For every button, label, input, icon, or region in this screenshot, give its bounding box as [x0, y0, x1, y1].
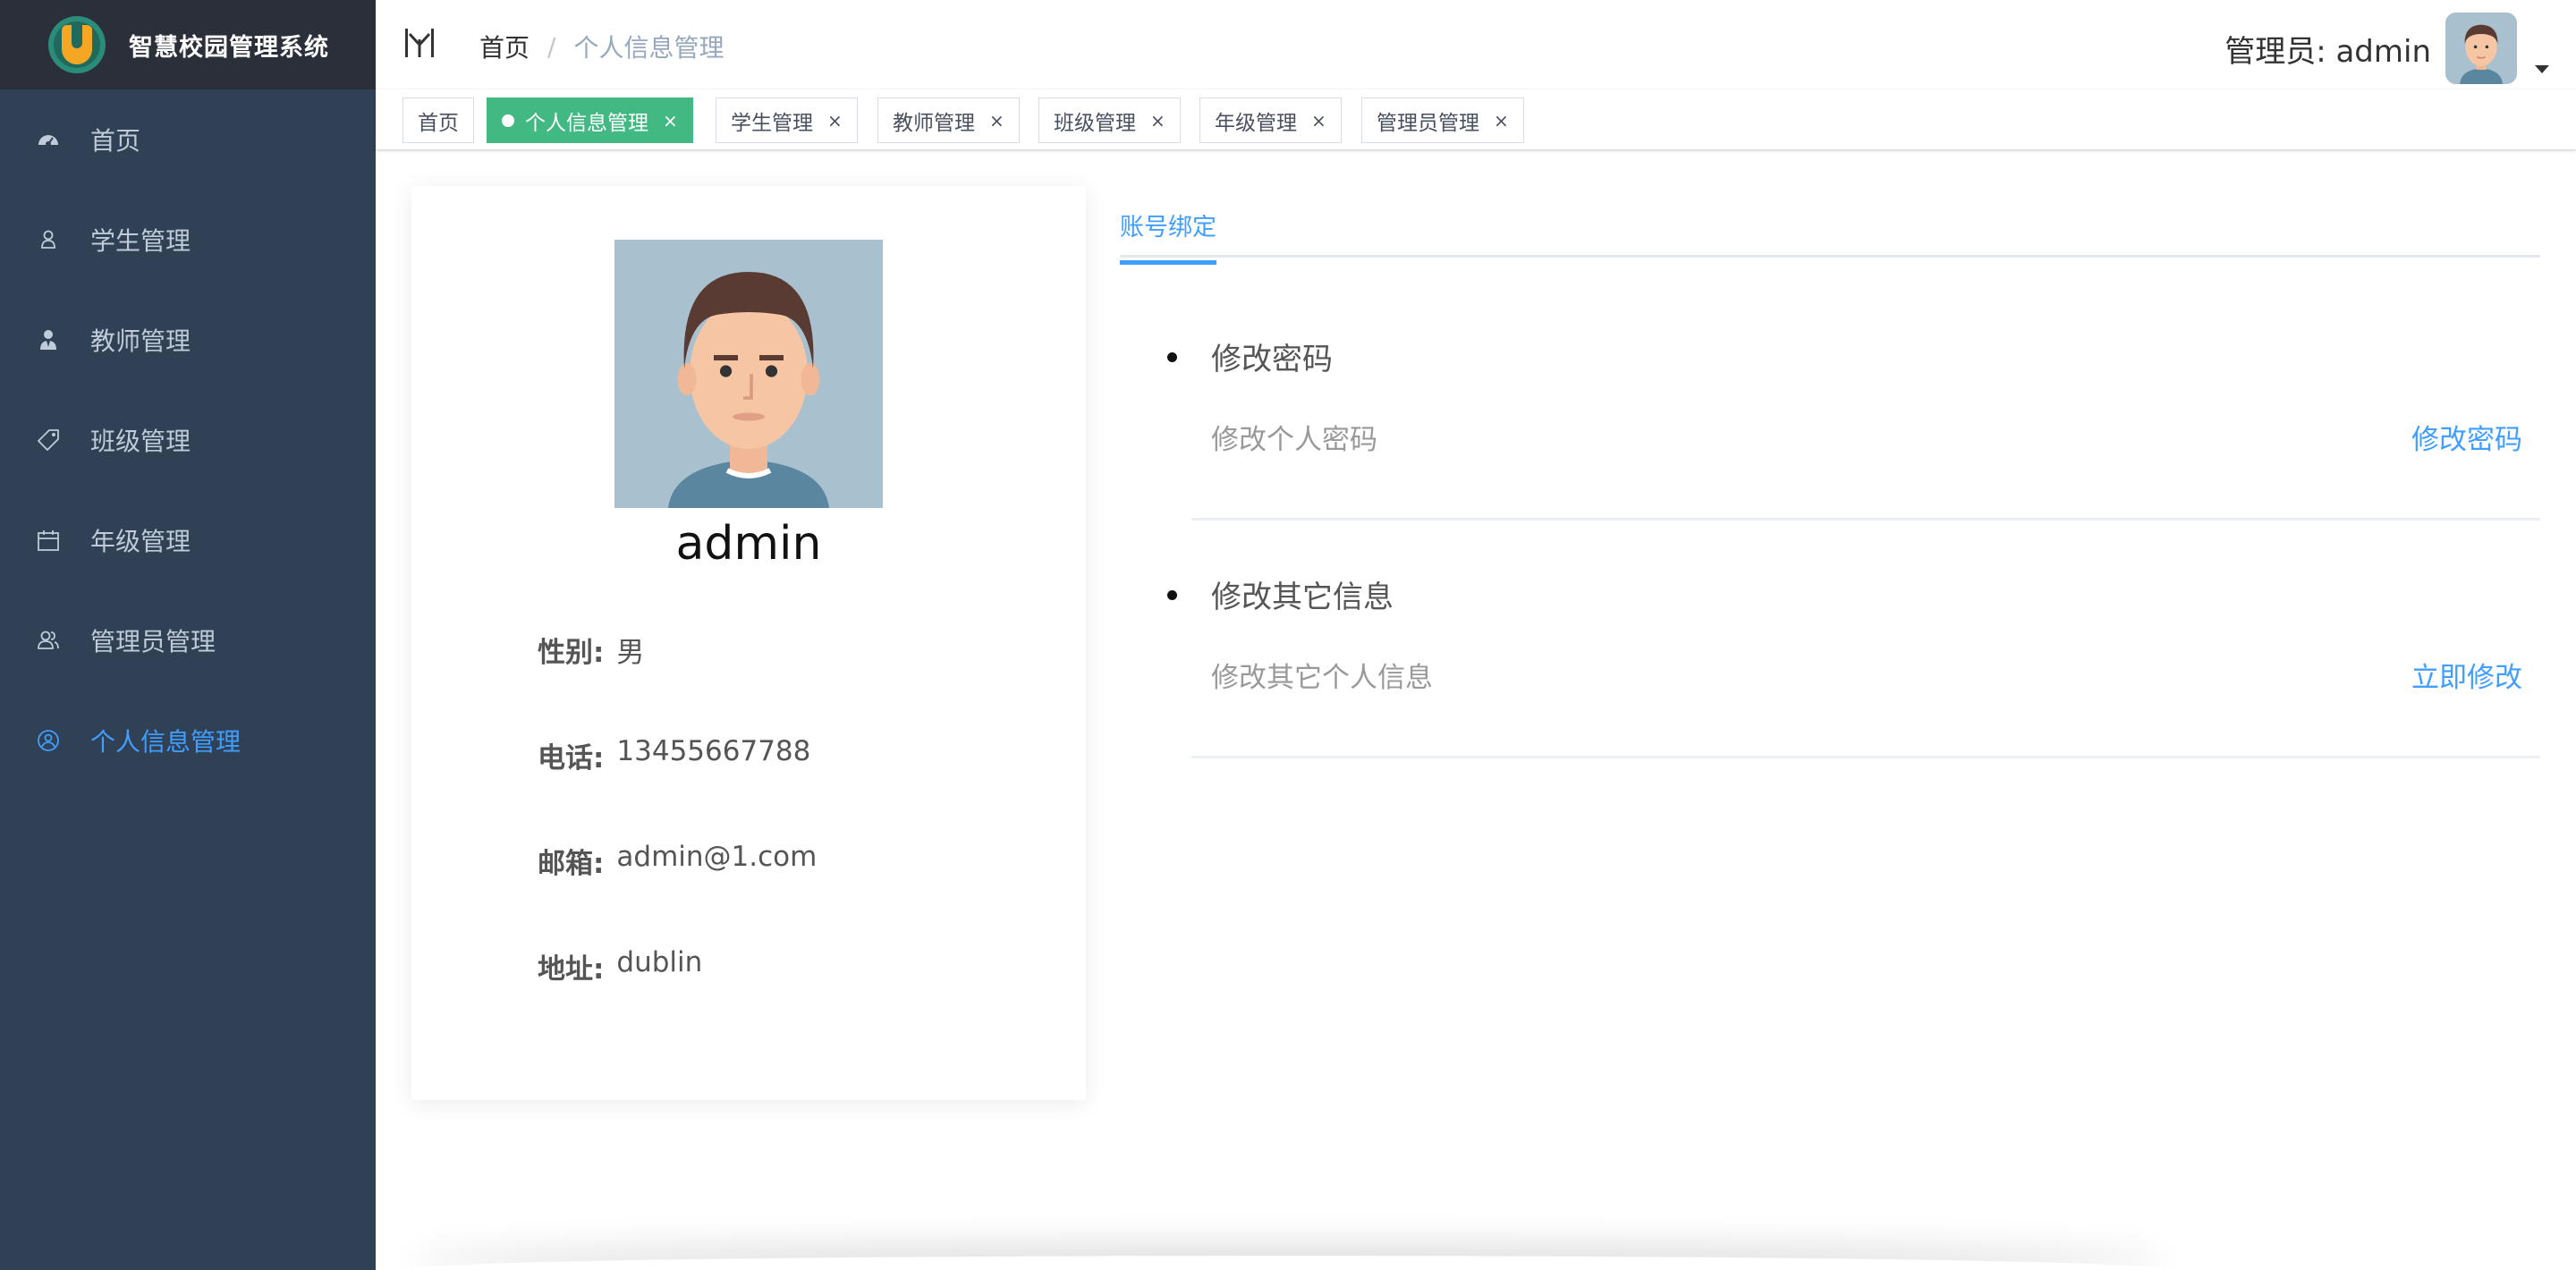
profile-avatar [614, 240, 883, 508]
sidebar-item-label: 首页 [90, 126, 141, 156]
sidebar-item-label: 学生管理 [90, 226, 191, 256]
sidebar-item-label: 管理员管理 [90, 627, 216, 656]
sidebar-item-label: 教师管理 [90, 326, 191, 356]
info-row-email: 邮箱: admin@1.com [538, 841, 817, 881]
tag-label: 班级管理 [1054, 111, 1136, 135]
list-item-change-info: 修改其它信息 修改其它个人信息 立即修改 [1167, 563, 2540, 758]
list-item-title: 修改其它信息 [1211, 580, 1394, 615]
user-icon [36, 227, 61, 252]
close-icon[interactable]: × [1494, 110, 1509, 131]
tag-icon [36, 428, 61, 453]
edit-info-link[interactable]: 立即修改 [2411, 655, 2522, 695]
list-item-change-password: 修改密码 修改个人密码 修改密码 [1167, 326, 2540, 521]
info-key: 电话: [538, 742, 605, 775]
tag-teachers[interactable]: 教师管理 × [877, 97, 1020, 143]
tag-admins[interactable]: 管理员管理 × [1361, 97, 1524, 143]
change-password-link[interactable]: 修改密码 [2411, 417, 2522, 457]
logo-icon [48, 16, 106, 73]
tag-profile[interactable]: 个人信息管理 × [487, 97, 693, 143]
breadcrumb: 首页 / 个人信息管理 [479, 29, 724, 64]
bottom-shadow [411, 1256, 2165, 1270]
app-title: 智慧校园管理系统 [129, 33, 329, 62]
navbar: 首页 / 个人信息管理 管理员: admin [376, 0, 2576, 89]
tag-label: 年级管理 [1215, 111, 1297, 135]
tags-view: 首页 个人信息管理 × 学生管理 × 教师管理 × 班级管理 × 年级管理 × … [376, 89, 2576, 150]
info-value: 男 [616, 637, 645, 669]
logo-bar: 智慧校园管理系统 [0, 0, 376, 89]
tag-label: 管理员管理 [1377, 111, 1479, 135]
info-row-phone: 电话: 13455667788 [538, 735, 810, 775]
calendar-icon [36, 528, 61, 553]
breadcrumb-separator: / [547, 31, 556, 62]
bullet-icon [1167, 352, 1177, 362]
user-circle-icon [36, 728, 61, 753]
sidebar-item-label: 年级管理 [90, 527, 191, 556]
info-value: admin@1.com [616, 841, 818, 873]
list-item-description: 修改个人密码 [1211, 424, 1377, 456]
peoples-icon [36, 628, 61, 653]
close-icon[interactable]: × [1150, 110, 1165, 131]
info-value: dublin [616, 946, 703, 978]
user-dropdown[interactable]: 管理员: admin [2224, 13, 2549, 84]
hamburger-icon[interactable] [404, 27, 435, 59]
tag-label: 首页 [418, 111, 459, 135]
info-row-gender: 性别: 男 [538, 630, 644, 670]
list-item-description: 修改其它个人信息 [1211, 662, 1433, 694]
close-icon[interactable]: × [827, 110, 843, 131]
user-label: 管理员: admin [2224, 33, 2431, 70]
close-icon[interactable]: × [1311, 110, 1326, 131]
profile-card: admin 性别: 男 电话: 13455667788 邮箱: admin@1.… [411, 186, 1086, 1100]
sidebar-item-label: 个人信息管理 [90, 727, 242, 757]
tag-label: 教师管理 [893, 111, 975, 135]
info-row-address: 地址: dublin [538, 946, 702, 986]
info-key: 地址: [538, 953, 605, 986]
sidebar-menu: 首页 学生管理 教师管理 班级管理 年级管理 管理员管理 个人信息管理 [0, 89, 376, 791]
info-key: 邮箱: [538, 848, 605, 880]
bullet-icon [1167, 590, 1177, 600]
tag-students[interactable]: 学生管理 × [716, 97, 858, 143]
breadcrumb-current: 个人信息管理 [573, 33, 724, 63]
tab-account-binding[interactable]: 账号绑定 [1120, 207, 1216, 265]
sidebar-item-classes[interactable]: 班级管理 [0, 390, 376, 490]
sidebar-item-profile[interactable]: 个人信息管理 [0, 690, 376, 791]
sidebar-item-students[interactable]: 学生管理 [0, 190, 376, 290]
sidebar: 智慧校园管理系统 首页 学生管理 教师管理 班级管理 年级管理 管理员管理 个人… [0, 0, 376, 1270]
tag-home[interactable]: 首页 [402, 97, 474, 143]
sidebar-item-home[interactable]: 首页 [0, 89, 376, 190]
settings-tabs: 账号绑定 [1120, 199, 2540, 265]
avatar[interactable] [2445, 13, 2517, 84]
sidebar-item-admins[interactable]: 管理员管理 [0, 590, 376, 690]
sidebar-item-teachers[interactable]: 教师管理 [0, 290, 376, 390]
info-value: 13455667788 [616, 735, 811, 767]
tag-grades[interactable]: 年级管理 × [1199, 97, 1342, 143]
close-icon[interactable]: × [989, 110, 1004, 131]
breadcrumb-home[interactable]: 首页 [479, 29, 530, 64]
teacher-icon [36, 327, 61, 352]
tag-classes[interactable]: 班级管理 × [1038, 97, 1181, 143]
sidebar-item-grades[interactable]: 年级管理 [0, 490, 376, 590]
tag-label: 学生管理 [731, 111, 813, 135]
active-dot-icon [502, 114, 514, 127]
list-item-title: 修改密码 [1211, 342, 1333, 377]
info-key: 性别: [538, 637, 605, 669]
caret-down-icon[interactable] [2535, 64, 2549, 73]
profile-name: admin [675, 517, 822, 571]
close-icon[interactable]: × [663, 110, 678, 131]
sidebar-item-label: 班级管理 [90, 427, 191, 456]
dashboard-icon [36, 127, 61, 152]
tag-label: 个人信息管理 [525, 111, 648, 135]
